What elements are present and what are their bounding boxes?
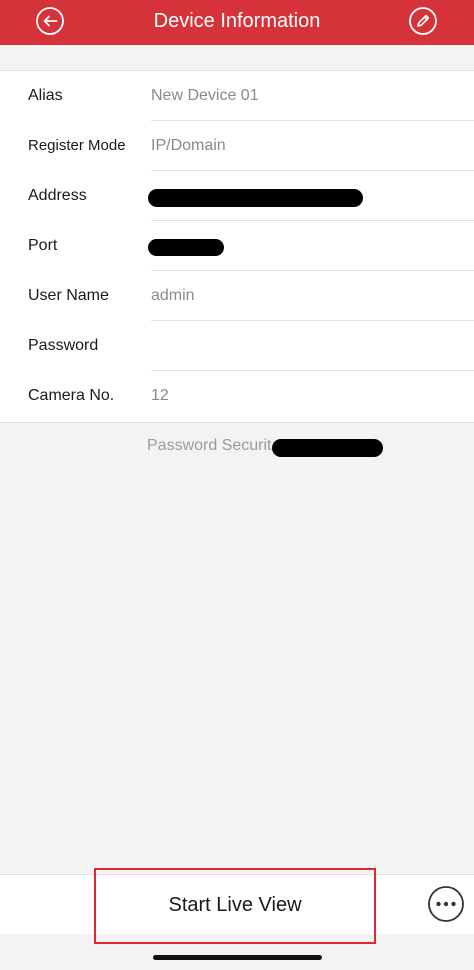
more-horizontal-circle-icon — [428, 886, 464, 922]
start-live-view-button[interactable]: Start Live View — [94, 868, 376, 944]
camera-no-value: 12 — [151, 387, 169, 404]
redacted-port — [148, 239, 224, 256]
camera-no-row[interactable]: Camera No. 12 — [0, 371, 474, 421]
password-label: Password — [28, 337, 99, 354]
user-name-label: User Name — [28, 287, 109, 304]
user-name-value: admin — [151, 287, 195, 304]
user-name-row[interactable]: User Name admin — [0, 271, 474, 321]
title-bar: Device Information — [0, 0, 474, 45]
alias-value: New Device 01 — [151, 87, 259, 104]
pencil-circle-icon — [409, 7, 437, 35]
register-mode-value: IP/Domain — [151, 137, 226, 154]
device-info-list: Alias New Device 01 Register Mode IP/Dom… — [0, 70, 474, 423]
password-row[interactable]: Password — [0, 321, 474, 371]
back-button[interactable] — [35, 6, 65, 36]
address-label: Address — [28, 187, 87, 204]
port-label: Port — [28, 237, 58, 254]
edit-button[interactable] — [408, 6, 438, 36]
arrow-left-circle-icon — [36, 7, 64, 35]
alias-row[interactable]: Alias New Device 01 — [0, 71, 474, 121]
more-button[interactable] — [427, 885, 465, 923]
password-security-text[interactable]: Password Securit — [147, 437, 272, 455]
port-row[interactable]: Port — [0, 221, 474, 271]
page-title: Device Information — [153, 10, 321, 32]
alias-label: Alias — [28, 87, 63, 104]
camera-no-label: Camera No. — [28, 387, 115, 404]
register-mode-row[interactable]: Register Mode IP/Domain — [0, 121, 474, 171]
home-indicator[interactable] — [153, 955, 322, 960]
redacted-security-text — [272, 439, 383, 457]
register-mode-label: Register Mode — [28, 137, 126, 154]
redacted-address — [148, 189, 363, 207]
